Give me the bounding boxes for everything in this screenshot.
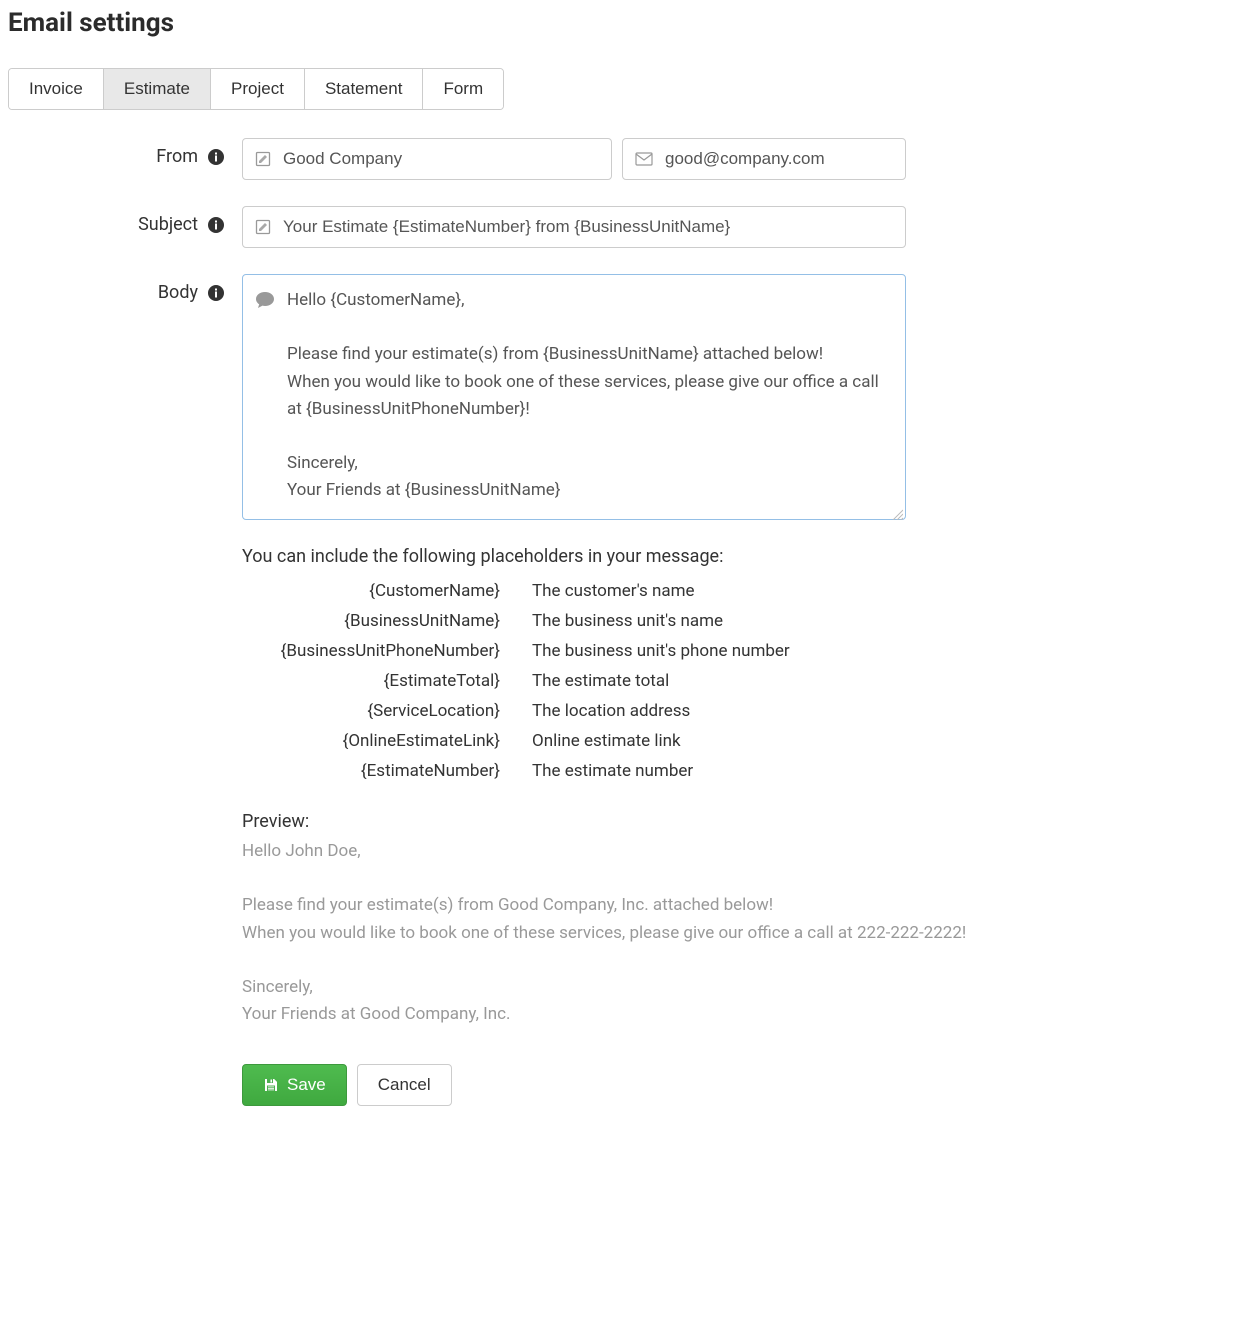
tab-invoice[interactable]: Invoice <box>9 69 104 109</box>
speech-bubble-icon <box>255 287 275 507</box>
tab-form[interactable]: Form <box>423 69 503 109</box>
from-email-input[interactable] <box>665 149 893 169</box>
placeholder-token: {EstimateTotal} <box>242 671 532 691</box>
page-title: Email settings <box>8 8 1236 38</box>
preview-text: Hello John Doe, Please find your estimat… <box>242 838 1022 1028</box>
subject-label: Subject <box>138 214 198 235</box>
subject-input[interactable] <box>283 217 893 237</box>
placeholder-desc: The business unit's name <box>532 611 723 631</box>
from-name-input[interactable] <box>283 149 599 169</box>
placeholder-token: {ServiceLocation} <box>242 701 532 721</box>
from-label: From <box>156 146 198 167</box>
body-textarea[interactable] <box>287 287 893 507</box>
envelope-icon <box>635 152 653 166</box>
from-name-group <box>242 138 612 180</box>
tab-statement[interactable]: Statement <box>305 69 424 109</box>
placeholder-desc: The location address <box>532 701 690 721</box>
tab-estimate[interactable]: Estimate <box>104 69 211 109</box>
body-group <box>242 274 906 520</box>
subject-group <box>242 206 906 248</box>
tabs: Invoice Estimate Project Statement Form <box>8 68 504 110</box>
placeholder-desc: Online estimate link <box>532 731 681 751</box>
info-icon[interactable] <box>208 217 224 233</box>
placeholder-token: {EstimateNumber} <box>242 761 532 781</box>
placeholder-token: {CustomerName} <box>242 581 532 601</box>
tab-project[interactable]: Project <box>211 69 305 109</box>
info-icon[interactable] <box>208 285 224 301</box>
placeholder-token: {OnlineEstimateLink} <box>242 731 532 751</box>
cancel-button[interactable]: Cancel <box>357 1064 452 1106</box>
placeholders-table: {CustomerName} The customer's name {Busi… <box>242 581 1022 781</box>
preview-label: Preview: <box>242 811 1022 832</box>
edit-icon <box>255 151 271 167</box>
placeholder-desc: The estimate number <box>532 761 693 781</box>
placeholder-desc: The business unit's phone number <box>532 641 790 661</box>
save-button[interactable]: Save <box>242 1064 347 1106</box>
save-button-label: Save <box>287 1075 326 1095</box>
placeholder-token: {BusinessUnitPhoneNumber} <box>242 641 532 661</box>
placeholder-desc: The estimate total <box>532 671 669 691</box>
placeholder-token: {BusinessUnitName} <box>242 611 532 631</box>
placeholders-intro: You can include the following placeholde… <box>242 546 1022 567</box>
from-email-group <box>622 138 906 180</box>
save-icon <box>263 1077 279 1093</box>
body-label: Body <box>158 282 198 303</box>
cancel-button-label: Cancel <box>378 1075 431 1095</box>
edit-icon <box>255 219 271 235</box>
info-icon[interactable] <box>208 149 224 165</box>
placeholder-desc: The customer's name <box>532 581 695 601</box>
